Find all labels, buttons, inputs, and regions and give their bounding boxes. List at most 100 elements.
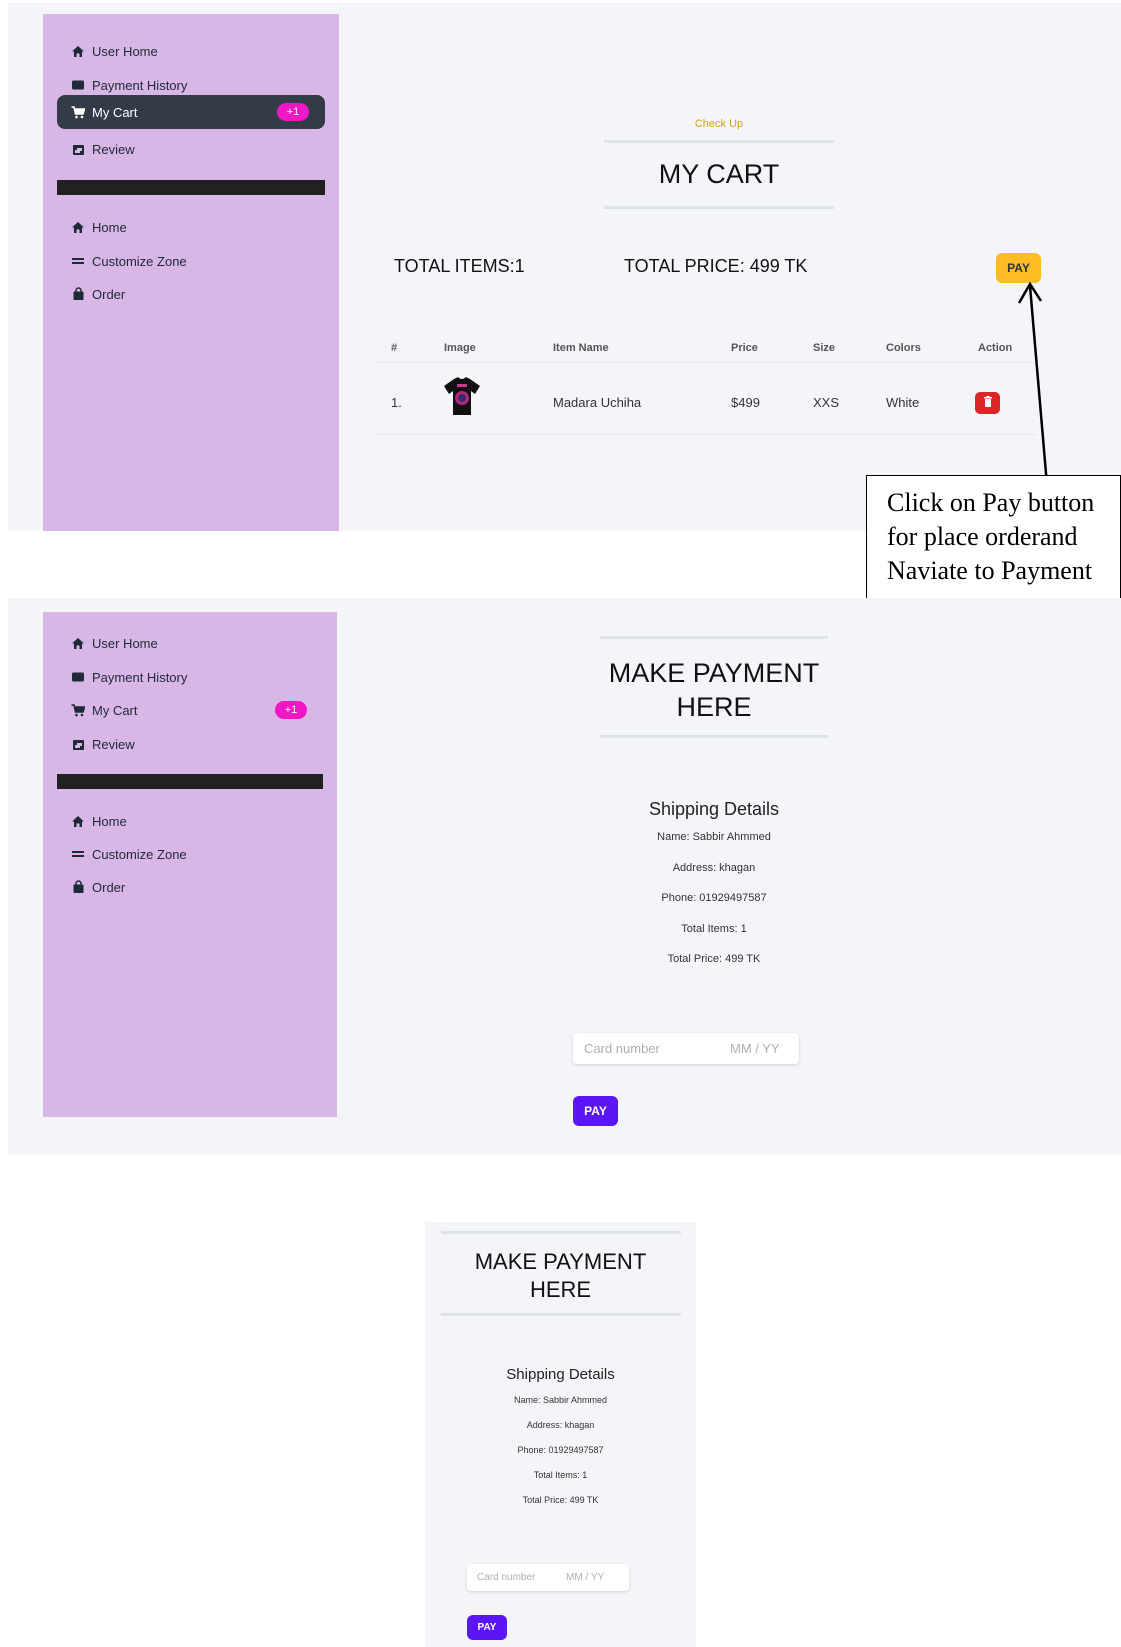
sidebar-item-user-home[interactable]: User Home — [57, 626, 323, 660]
calendar-icon — [71, 737, 85, 751]
sidebar-item-order[interactable]: Order — [57, 277, 325, 311]
shipping-address: Address: khagan — [672, 862, 756, 874]
page-title-line-2: HERE — [529, 1277, 592, 1302]
sidebar-item-customize-zone[interactable]: Customize Zone — [57, 837, 323, 871]
home-icon — [71, 636, 85, 650]
column-header-image: Image — [444, 342, 476, 354]
column-header-price: Price — [731, 342, 758, 354]
shipping-address: Address: khagan — [526, 1420, 595, 1430]
row-price: $499 — [731, 395, 760, 410]
column-header-size: Size — [813, 342, 836, 354]
page-title: MY CART — [658, 159, 780, 189]
cart-screen: User Home Payment History My Cart +1 Rev… — [8, 3, 1121, 531]
column-header-item-name: Item Name — [553, 342, 609, 354]
mobile-payment-screen: MAKE PAYMENT HERE Shipping Details Name:… — [425, 1222, 696, 1647]
sidebar-item-home[interactable]: Home — [57, 210, 325, 244]
pay-button[interactable]: PAY — [573, 1096, 618, 1126]
calendar-icon — [71, 142, 85, 156]
shipping-total-price: Total Price: 499 TK — [522, 1495, 599, 1505]
sidebar-item-customize-zone[interactable]: Customize Zone — [57, 244, 325, 278]
row-size: XXS — [813, 395, 840, 410]
bag-icon — [71, 880, 85, 894]
home-icon — [71, 220, 85, 234]
sidebar-item-label: Payment History — [92, 77, 188, 93]
sidebar-item-review[interactable]: Review — [57, 727, 323, 761]
page-title: MAKE PAYMENT HERE — [425, 1248, 696, 1304]
sidebar-item-order[interactable]: Order — [57, 870, 323, 904]
shipping-total-price: Total Price: 499 TK — [667, 953, 761, 965]
sidebar: User Home Payment History My Cart +1 Rev… — [43, 14, 339, 531]
menu-icon — [71, 254, 85, 268]
column-header-colors: Colors — [886, 342, 921, 354]
product-thumbnail — [440, 374, 484, 418]
home-icon — [71, 814, 85, 828]
column-header-index: # — [391, 342, 398, 354]
sidebar-item-label: Customize Zone — [92, 846, 187, 862]
row-index: 1. — [391, 395, 402, 410]
table-header-divider — [376, 362, 1036, 363]
cart-count-badge: +1 — [277, 103, 309, 121]
cart-count-badge: +1 — [275, 701, 307, 719]
total-items: TOTAL ITEMS:1 — [394, 256, 525, 276]
sidebar-item-label: My Cart — [92, 104, 138, 120]
bag-icon — [71, 287, 85, 301]
shipping-total-items: Total Items: 1 — [681, 923, 747, 935]
sidebar-item-label: Customize Zone — [92, 253, 187, 269]
page-title-line-2: HERE — [676, 692, 752, 722]
card-number-placeholder: Card number — [477, 1572, 536, 1583]
sidebar-item-review[interactable]: Review — [57, 132, 325, 166]
row-item-name: Madara Uchiha — [553, 395, 642, 410]
card-input[interactable]: Card number MM / YY — [467, 1564, 629, 1591]
wallet-icon — [71, 670, 85, 684]
shipping-heading: Shipping Details — [506, 1366, 615, 1383]
page-title-line-1: MAKE PAYMENT — [608, 658, 820, 688]
row-color: White — [886, 395, 920, 410]
home-icon — [71, 44, 85, 58]
sidebar-item-label: Review — [92, 141, 135, 157]
delete-button[interactable] — [975, 392, 1000, 414]
sidebar-item-payment-history[interactable]: Payment History — [57, 660, 323, 694]
shipping-name: Name: Sabbir Ahmmed — [513, 1395, 608, 1405]
arrow-icon — [1017, 281, 1049, 486]
sidebar-divider — [57, 180, 325, 195]
title-rule-top — [600, 636, 828, 639]
sidebar-item-label: Payment History — [92, 669, 188, 685]
sidebar-item-user-home[interactable]: User Home — [57, 34, 325, 68]
pay-button[interactable]: PAY — [467, 1615, 507, 1640]
sidebar-item-label: Home — [92, 219, 127, 235]
shipping-heading: Shipping Details — [648, 799, 780, 819]
sidebar: User Home Payment History My Cart +1 Rev… — [43, 612, 337, 1117]
shipping-phone: Phone: 01929497587 — [661, 892, 767, 904]
total-price: TOTAL PRICE: 499 TK — [624, 256, 808, 276]
table-row-divider — [376, 434, 1036, 435]
card-input[interactable]: Card number MM / YY — [573, 1033, 799, 1064]
shipping-total-items: Total Items: 1 — [533, 1470, 588, 1480]
title-rule-bottom — [604, 206, 834, 209]
sidebar-item-label: User Home — [92, 43, 158, 59]
sidebar-item-label: User Home — [92, 635, 158, 651]
expiry-placeholder: MM / YY — [566, 1572, 605, 1583]
sidebar-item-my-cart[interactable]: My Cart +1 — [57, 693, 323, 727]
shipping-name: Name: Sabbir Ahmmed — [657, 831, 771, 843]
page-title: MAKE PAYMENT HERE — [588, 656, 840, 724]
wallet-icon — [71, 78, 85, 92]
title-rule-bottom — [600, 735, 828, 738]
sidebar-item-label: Order — [92, 879, 126, 895]
page-title-line-1: MAKE PAYMENT — [474, 1249, 647, 1274]
sidebar-divider — [57, 774, 323, 789]
sidebar-item-my-cart[interactable]: My Cart +1 — [57, 95, 325, 129]
sidebar-item-label: Home — [92, 813, 127, 829]
expiry-placeholder: MM / YY — [730, 1041, 780, 1056]
sidebar-item-label: Order — [92, 286, 126, 302]
trash-icon — [983, 394, 993, 412]
menu-icon — [71, 847, 85, 861]
title-rule-top — [441, 1231, 681, 1234]
sidebar-item-label: My Cart — [92, 702, 138, 718]
cart-icon — [71, 703, 85, 717]
cart-icon — [71, 105, 85, 119]
card-number-placeholder: Card number — [584, 1041, 660, 1056]
title-rule-top — [604, 140, 834, 143]
sidebar-item-home[interactable]: Home — [57, 804, 323, 838]
payment-screen: User Home Payment History My Cart +1 Rev… — [8, 598, 1121, 1155]
shipping-phone: Phone: 01929497587 — [517, 1445, 604, 1455]
